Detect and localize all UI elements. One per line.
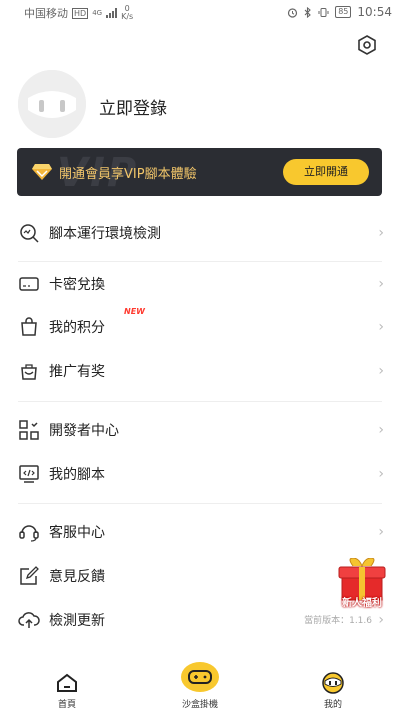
tab-home-label: 首頁 [57, 700, 76, 710]
card-icon [19, 277, 39, 291]
default-avatar-icon [18, 70, 86, 138]
version-text: 當前版本：1.1.6 [304, 616, 372, 626]
code-screen-icon [19, 465, 39, 483]
diamond-icon [32, 164, 52, 180]
vibrate-icon [318, 7, 329, 17]
tab-mine[interactable]: 我的 [288, 656, 378, 711]
profile-face-icon [322, 672, 344, 694]
settings-icon[interactable] [356, 34, 378, 56]
menu-label: 我的积分 [49, 320, 105, 336]
battery-level: 85 [335, 6, 352, 18]
chevron-right-icon: › [378, 225, 384, 241]
chevron-right-icon: › [378, 422, 384, 438]
gift-bag-icon [21, 364, 37, 380]
divider [18, 401, 382, 402]
divider [18, 503, 382, 504]
home-icon [57, 673, 77, 692]
net-speed-unit: K/s [121, 12, 134, 21]
menu-label: 腳本運行環境檢測 [49, 226, 161, 242]
tab-sandbox[interactable]: 沙盒掛機 [155, 656, 245, 711]
edit-note-icon [20, 566, 39, 585]
menu-label: 意見反饋 [49, 569, 105, 585]
headset-icon [19, 525, 39, 542]
bottom-tab-bar: 首頁 沙盒掛機 我的 [0, 656, 400, 711]
menu-item-my-points[interactable]: 我的积分 NEW › [0, 305, 400, 349]
menu-label: 推广有奖 [49, 364, 105, 380]
newcomer-gift-button[interactable]: 新人福利 [333, 557, 391, 612]
gift-label: 新人福利 [342, 598, 382, 609]
menu-item-card-redeem[interactable]: 卡密兌換 › [0, 262, 400, 306]
tab-mine-label: 我的 [323, 700, 342, 710]
menu-label: 卡密兌換 [49, 277, 105, 293]
vip-banner[interactable]: VIP 開通會員享VIP腳本體驗 立即開通 [17, 148, 382, 196]
menu-label: 檢測更新 [49, 613, 105, 629]
menu-item-promote[interactable]: 推广有奖 › [0, 349, 400, 393]
chevron-right-icon: › [378, 276, 384, 292]
chevron-right-icon: › [378, 612, 384, 628]
grid-apps-icon [19, 420, 39, 440]
login-link[interactable]: 立即登錄 [99, 94, 167, 119]
chevron-right-icon: › [378, 363, 384, 379]
clock: 10:54 [357, 5, 392, 19]
menu-item-developer-center[interactable]: 開發者中心 › [0, 408, 400, 452]
gamepad-icon [181, 662, 219, 692]
menu-label: 我的腳本 [49, 467, 105, 483]
menu-item-customer-service[interactable]: 客服中心 › [0, 510, 400, 554]
chevron-right-icon: › [378, 319, 384, 335]
cloud-upload-icon [18, 612, 40, 628]
shopping-bag-icon [21, 317, 37, 336]
menu-label: 客服中心 [49, 525, 105, 541]
vip-banner-text: 開通會員享VIP腳本體驗 [59, 167, 197, 182]
alarm-icon [288, 7, 298, 18]
vip-open-button[interactable]: 立即開通 [283, 159, 369, 185]
menu-item-env-check[interactable]: 腳本運行環境檢測 › [0, 211, 400, 255]
tab-sandbox-label: 沙盒掛機 [181, 700, 218, 710]
magnifier-wave-icon [20, 224, 39, 243]
signal-icon [106, 8, 118, 18]
avatar[interactable] [18, 70, 86, 138]
menu-label: 開發者中心 [49, 423, 119, 439]
carrier-name: 中国移动 [24, 7, 68, 20]
bluetooth-icon [304, 6, 312, 18]
chevron-right-icon: › [378, 524, 384, 540]
network-type: 4G [92, 9, 103, 17]
hd-badge: HD [72, 7, 89, 19]
chevron-right-icon: › [378, 466, 384, 482]
menu-item-my-scripts[interactable]: 我的腳本 › [0, 452, 400, 496]
new-badge: NEW [124, 307, 145, 316]
net-speed: 0 K/s [121, 5, 133, 21]
tab-home[interactable]: 首頁 [22, 656, 112, 711]
status-bar: 中国移动 HD 4G 0 K/s 85 10:54 [0, 0, 400, 24]
